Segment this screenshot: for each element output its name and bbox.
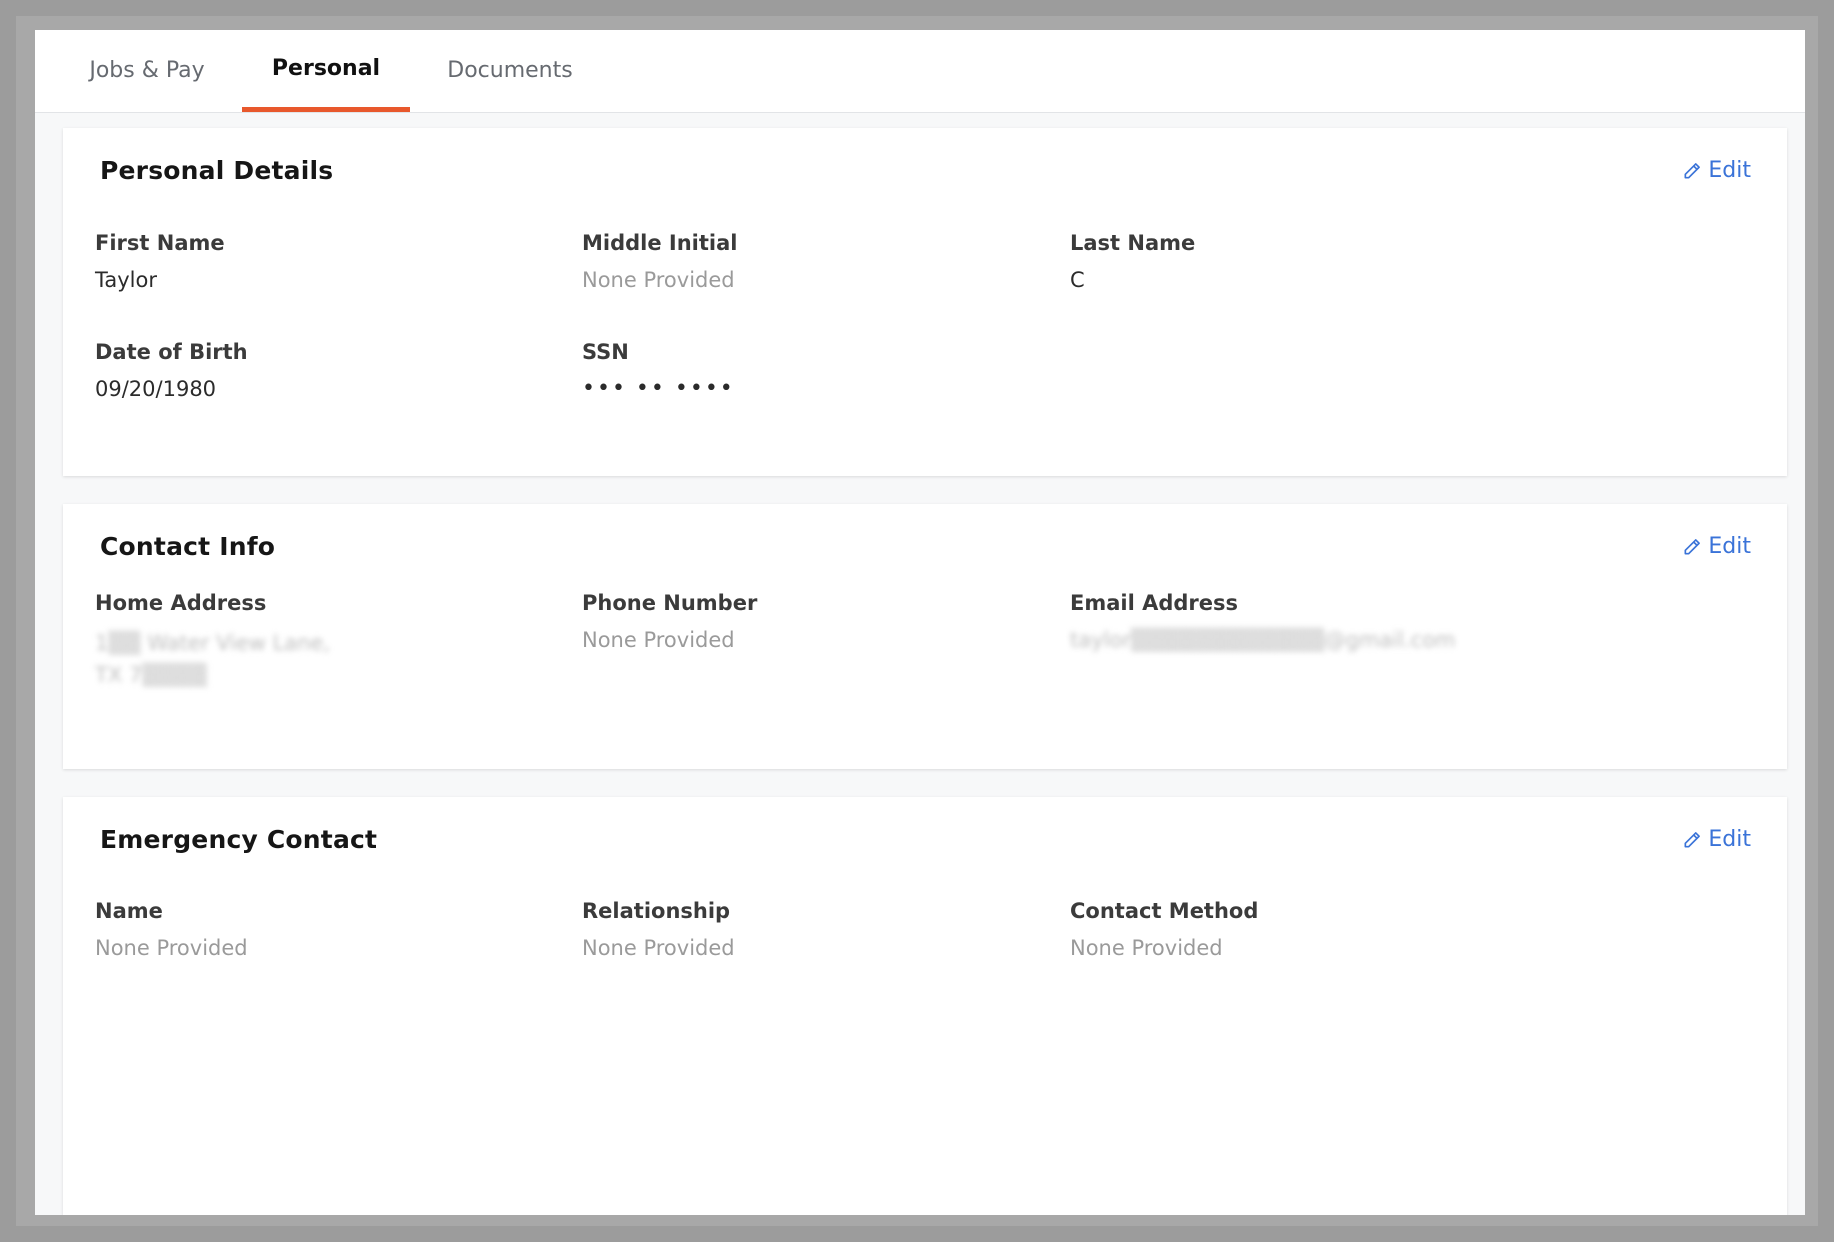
field-label: Phone Number: [582, 591, 758, 615]
masked-ssn-value: ••• •• ••••: [582, 376, 735, 401]
field-label: Home Address: [95, 591, 267, 615]
email-address-field: Email Address taylor▒▒▒▒▒▒▒▒▒▒▒▒@gmail.c…: [1070, 591, 1456, 656]
field-value: None Provided: [1070, 936, 1223, 960]
address-line-2: TX 7▒▒▒▒: [95, 663, 207, 687]
field-value: Taylor: [95, 268, 157, 292]
field-label: Contact Method: [1070, 899, 1259, 923]
field-label: First Name: [95, 231, 225, 255]
personal-details-card: Personal Details Edit First Name Taylor …: [63, 128, 1787, 476]
phone-number-field: Phone Number None Provided: [582, 591, 757, 656]
field-value: taylor▒▒▒▒▒▒▒▒▒▒▒▒@gmail.com: [1070, 628, 1456, 652]
card-title: Emergency Contact: [100, 825, 378, 854]
field-label: Last Name: [1070, 231, 1196, 255]
field-label: SSN: [582, 340, 629, 364]
edit-emergency-contact-button[interactable]: Edit: [1682, 827, 1751, 852]
emergency-contact-card: Emergency Contact Edit Name None Provide…: [63, 797, 1787, 1215]
field-label: Relationship: [582, 899, 731, 923]
card-title: Contact Info: [100, 532, 276, 561]
edit-label: Edit: [1708, 827, 1751, 852]
edit-contact-info-button[interactable]: Edit: [1682, 534, 1751, 559]
card-title: Personal Details: [100, 156, 334, 185]
address-line-1: 1▒▒ Water View Lane,: [95, 631, 331, 655]
tab-bar: Jobs & Pay Personal Documents: [35, 30, 1805, 113]
date-of-birth-field: Date of Birth 09/20/1980: [95, 340, 248, 405]
ssn-field: SSN ••• •• ••••: [582, 340, 735, 405]
first-name-field: First Name Taylor: [95, 231, 225, 296]
edit-label: Edit: [1708, 534, 1751, 559]
pencil-icon: [1684, 162, 1701, 178]
field-value: None Provided: [95, 936, 248, 960]
tab-personal[interactable]: Personal: [242, 30, 410, 112]
relationship-field: Relationship None Provided: [582, 899, 735, 964]
edit-personal-details-button[interactable]: Edit: [1682, 158, 1751, 183]
field-value: C: [1070, 268, 1085, 292]
contact-info-card: Contact Info Edit Home Address 1▒▒ Water…: [63, 504, 1787, 769]
field-label: Middle Initial: [582, 231, 738, 255]
tab-jobs-pay[interactable]: Jobs & Pay: [57, 30, 237, 112]
field-value: 09/20/1980: [95, 377, 217, 401]
emergency-name-field: Name None Provided: [95, 899, 248, 964]
field-label: Date of Birth: [95, 340, 248, 364]
tab-documents[interactable]: Documents: [410, 30, 610, 112]
pencil-icon: [1684, 831, 1701, 847]
contact-method-field: Contact Method None Provided: [1070, 899, 1258, 964]
edit-label: Edit: [1708, 158, 1751, 183]
pencil-icon: [1684, 538, 1701, 554]
field-label: Email Address: [1070, 591, 1239, 615]
last-name-field: Last Name C: [1070, 231, 1195, 296]
field-value: None Provided: [582, 628, 735, 652]
home-address-field: Home Address 1▒▒ Water View Lane, TX 7▒▒…: [95, 591, 330, 691]
middle-initial-field: Middle Initial None Provided: [582, 231, 737, 296]
field-value: None Provided: [582, 936, 735, 960]
employee-profile-window: Jobs & Pay Personal Documents Personal D…: [35, 30, 1805, 1215]
field-value: None Provided: [582, 268, 735, 292]
field-label: Name: [95, 899, 163, 923]
